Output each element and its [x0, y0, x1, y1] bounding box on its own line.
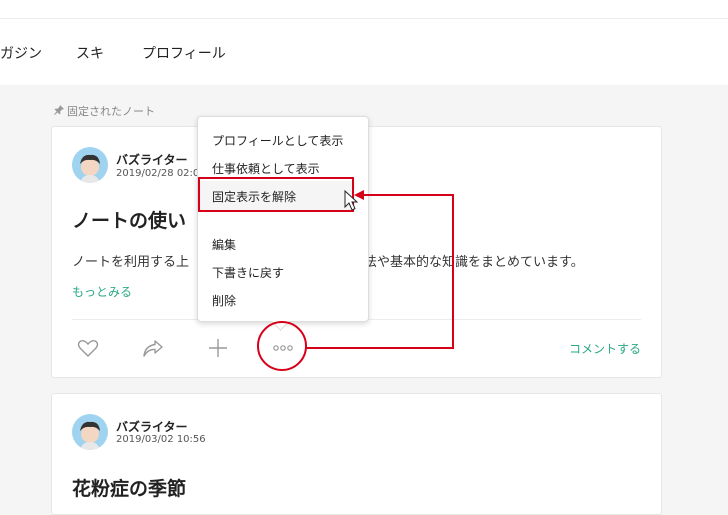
post-date: 2019/03/02 10:56: [116, 434, 206, 445]
nav-tab-likes[interactable]: スキ: [76, 43, 104, 63]
like-button[interactable]: [75, 335, 101, 361]
avatar[interactable]: [72, 147, 108, 183]
menu-item-edit[interactable]: 編集: [212, 236, 236, 253]
nav-tab-magazine[interactable]: ガジン: [0, 43, 42, 63]
note-title[interactable]: ノートの使い: [72, 206, 186, 233]
note-excerpt-end: 方法や基本的な知識をまとめています。: [351, 255, 584, 270]
nav-tab-profile[interactable]: プロフィール: [142, 43, 226, 63]
note-excerpt: ノートを利用する上 方法や基本的な知識をまとめています。: [72, 251, 584, 270]
pin-icon: [54, 105, 64, 118]
plus-icon: [209, 339, 227, 357]
menu-item-show-as-job-request[interactable]: 仕事依頼として表示: [212, 160, 320, 177]
note-title[interactable]: 花粉症の季節: [72, 474, 186, 501]
menu-item-show-as-profile[interactable]: プロフィールとして表示: [212, 132, 343, 149]
menu-item-unpin[interactable]: 固定表示を解除: [212, 188, 296, 205]
author-name[interactable]: バズライター: [116, 151, 188, 168]
read-more-link[interactable]: もっとみる: [72, 283, 132, 300]
author-name[interactable]: バズライター: [116, 418, 188, 435]
menu-item-revert-to-draft[interactable]: 下書きに戻す: [212, 264, 284, 281]
comment-link[interactable]: コメントする: [569, 340, 641, 357]
note-card: バズライター 2019/03/02 10:56 花粉症の季節: [51, 393, 662, 515]
add-to-magazine-button[interactable]: [205, 335, 231, 361]
heart-icon: [77, 339, 99, 357]
share-button[interactable]: [140, 335, 166, 361]
avatar[interactable]: [72, 414, 108, 450]
pinned-label-text: 固定されたノート: [67, 105, 155, 118]
profile-nav: ガジン スキ プロフィール: [0, 19, 728, 85]
post-date: 2019/02/28 02:0: [116, 168, 200, 179]
pinned-label: 固定されたノート: [54, 103, 155, 119]
more-icon: [273, 345, 293, 351]
more-options-menu: プロフィールとして表示 仕事依頼として表示 固定表示を解除 編集 下書きに戻す …: [197, 116, 369, 331]
menu-item-delete[interactable]: 削除: [212, 292, 236, 309]
top-bar: [0, 0, 728, 19]
note-excerpt-start: ノートを利用する上: [72, 255, 190, 270]
share-icon: [143, 340, 163, 357]
more-options-button[interactable]: [270, 335, 296, 361]
